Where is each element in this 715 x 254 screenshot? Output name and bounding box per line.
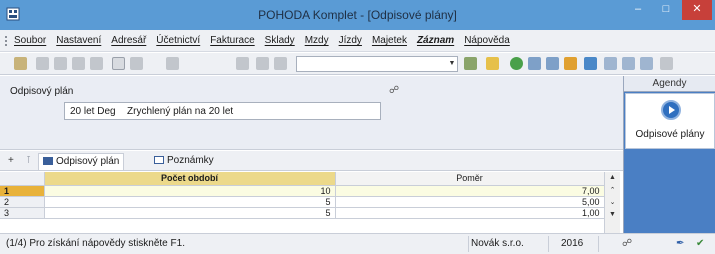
tab-odpisovy-plan-label: Odpisový plán bbox=[56, 156, 120, 167]
new-icon[interactable] bbox=[90, 57, 103, 70]
title-bar: POHODA Komplet - [Odpisové plány] – □ ✕ bbox=[0, 0, 715, 30]
add-icon[interactable]: + bbox=[8, 155, 14, 166]
menu-fakturace[interactable]: Fakturace bbox=[210, 35, 254, 46]
edit-icon[interactable] bbox=[112, 57, 125, 70]
tab-bar: + ⊺ Odpisový plán Poznámky bbox=[0, 151, 623, 171]
close-button[interactable]: ✕ bbox=[682, 0, 712, 20]
vertical-scrollbar[interactable]: ▲ ⌃ ⌄ ▼ bbox=[604, 172, 620, 233]
tab-poznamky-label: Poznámky bbox=[167, 155, 214, 166]
notes-icon bbox=[154, 156, 164, 164]
folder-icon[interactable] bbox=[486, 57, 499, 70]
cell-ratio[interactable]: 5,00 bbox=[335, 196, 605, 208]
ban-icon[interactable] bbox=[584, 57, 597, 70]
document-icon[interactable] bbox=[546, 57, 559, 70]
scroll-bottom-icon[interactable]: ▼ bbox=[607, 210, 618, 219]
status-divider bbox=[548, 236, 549, 252]
chevron-down-icon[interactable]: ▼ bbox=[447, 57, 457, 71]
calculator-icon[interactable] bbox=[528, 57, 541, 70]
row-number: 3 bbox=[0, 207, 45, 219]
cell-period[interactable]: 5 bbox=[44, 196, 336, 208]
sigma-icon[interactable] bbox=[464, 57, 477, 70]
status-divider bbox=[598, 236, 599, 252]
scroll-up-icon[interactable]: ⌃ bbox=[607, 186, 618, 195]
scroll-top-icon[interactable]: ▲ bbox=[607, 173, 618, 182]
maximize-icon: □ bbox=[662, 3, 670, 15]
status-divider bbox=[468, 236, 469, 252]
menu-bar: Soubor Nastavení Adresář Účetnictví Fakt… bbox=[0, 30, 715, 52]
menu-zaznam[interactable]: Záznam bbox=[417, 35, 454, 46]
menu-jizdy[interactable]: Jízdy bbox=[339, 35, 362, 46]
column-header-pocet-obdobi[interactable]: Počet období bbox=[44, 172, 336, 186]
table-row[interactable]: 1 10 7,00 bbox=[0, 185, 605, 197]
menu-soubor[interactable]: Soubor bbox=[14, 35, 46, 46]
attachment-status-icon[interactable]: ☍ bbox=[622, 238, 632, 249]
table-tab-icon bbox=[43, 157, 53, 165]
plan-field[interactable]: 20 let Deg Zrychlený plán na 20 let bbox=[64, 102, 381, 120]
row-number: 2 bbox=[0, 196, 45, 208]
menu-napoveda[interactable]: Nápověda bbox=[464, 35, 510, 46]
toolbar: ▼ bbox=[0, 53, 715, 75]
agendy-item-label: Odpisové plány bbox=[635, 129, 705, 140]
copy-icon[interactable] bbox=[236, 57, 249, 70]
export-icon[interactable] bbox=[72, 57, 85, 70]
settings-icon[interactable] bbox=[660, 57, 673, 70]
paperclip-icon[interactable]: ☍ bbox=[389, 85, 399, 96]
menu-ucetnictvi[interactable]: Účetnictví bbox=[156, 35, 200, 46]
window-title: POHODA Komplet - [Odpisové plány] bbox=[258, 8, 457, 22]
menu-sklady[interactable]: Sklady bbox=[265, 35, 295, 46]
menu-adresar[interactable]: Adresář bbox=[111, 35, 146, 46]
edit-status-icon[interactable]: ✒ bbox=[676, 238, 684, 249]
filter-tab-icon[interactable]: ⊺ bbox=[26, 155, 31, 166]
column-header-pomer[interactable]: Poměr bbox=[335, 172, 605, 186]
menu-majetek[interactable]: Majetek bbox=[372, 35, 407, 46]
data-grid: Počet období Poměr 1 10 7,00 2 5 5,00 3 … bbox=[0, 172, 623, 233]
play-circle-icon bbox=[661, 100, 681, 120]
filter-input[interactable]: ▼ bbox=[296, 56, 458, 72]
maximize-button[interactable]: □ bbox=[652, 0, 680, 20]
table-row[interactable]: 3 5 1,00 bbox=[0, 207, 605, 219]
list-icon[interactable] bbox=[640, 57, 653, 70]
status-year: 2016 bbox=[561, 238, 584, 249]
agendy-item-odpisove-plany[interactable]: Odpisové plány bbox=[625, 93, 715, 149]
menu-grip bbox=[5, 36, 7, 46]
save-icon[interactable] bbox=[166, 57, 179, 70]
status-company: Novák s.r.o. bbox=[471, 238, 524, 249]
cell-ratio[interactable]: 1,00 bbox=[335, 207, 605, 219]
tab-odpisovy-plan[interactable]: Odpisový plán bbox=[38, 153, 125, 170]
print-icon[interactable] bbox=[36, 57, 49, 70]
plan-name: Zrychlený plán na 20 let bbox=[127, 106, 234, 117]
table-icon[interactable] bbox=[604, 57, 617, 70]
table-row[interactable]: 2 5 5,00 bbox=[0, 196, 605, 208]
users-icon[interactable] bbox=[564, 57, 577, 70]
cell-ratio[interactable]: 7,00 bbox=[335, 185, 605, 197]
tab-poznamky[interactable]: Poznámky bbox=[150, 153, 218, 170]
cell-period[interactable]: 10 bbox=[44, 185, 336, 197]
row-number-header bbox=[0, 172, 45, 186]
status-bar: (1/4) Pro získání nápovědy stiskněte F1.… bbox=[0, 233, 715, 254]
plugin-icon[interactable] bbox=[510, 57, 523, 70]
agendy-header: Agendy bbox=[624, 76, 715, 92]
preview-icon[interactable] bbox=[54, 57, 67, 70]
help-icon[interactable] bbox=[14, 57, 27, 70]
status-message: (1/4) Pro získání nápovědy stiskněte F1. bbox=[6, 238, 185, 249]
clipboard-icon[interactable] bbox=[274, 57, 287, 70]
filter-icon[interactable] bbox=[130, 57, 143, 70]
agendy-panel: Agendy Odpisové plány bbox=[623, 76, 715, 244]
scroll-down-icon[interactable]: ⌄ bbox=[607, 198, 618, 207]
grid-icon[interactable] bbox=[622, 57, 635, 70]
check-icon[interactable]: ✔ bbox=[696, 238, 704, 249]
cell-period[interactable]: 5 bbox=[44, 207, 336, 219]
menu-mzdy[interactable]: Mzdy bbox=[305, 35, 329, 46]
form-panel: Odpisový plán ☍ 20 let Deg Zrychlený plá… bbox=[0, 76, 623, 150]
minimize-button[interactable]: – bbox=[624, 0, 652, 20]
close-icon: ✕ bbox=[692, 3, 702, 15]
paste-icon[interactable] bbox=[256, 57, 269, 70]
minimize-icon: – bbox=[634, 3, 642, 15]
form-label: Odpisový plán bbox=[10, 86, 74, 97]
row-number: 1 bbox=[0, 185, 45, 197]
menu-nastaveni[interactable]: Nastavení bbox=[56, 35, 101, 46]
plan-code: 20 let Deg bbox=[70, 106, 116, 117]
